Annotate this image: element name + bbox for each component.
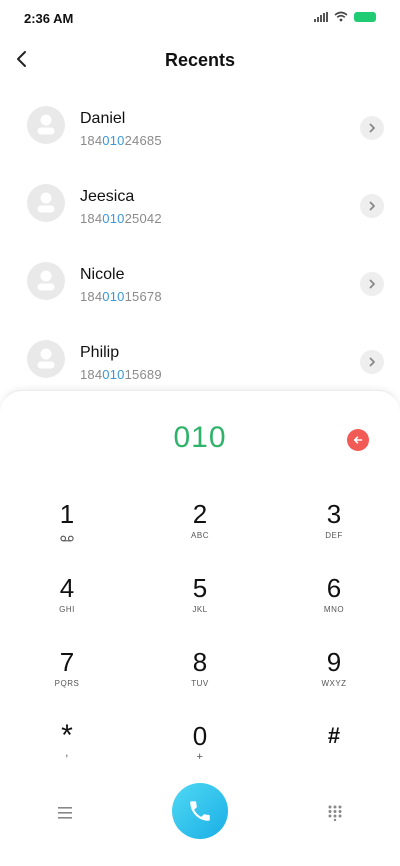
key-digit: 7 xyxy=(59,647,75,677)
key-letters: DEF xyxy=(325,531,343,540)
call-button[interactable] xyxy=(172,783,228,839)
key-4[interactable]: 4 GHI xyxy=(17,573,117,633)
keypad-grid-icon[interactable] xyxy=(328,805,342,821)
key-digit: 4 xyxy=(59,573,75,603)
list-item[interactable]: Daniel 18401024685 xyxy=(0,90,400,168)
person-icon xyxy=(37,270,55,291)
contact-name: Jeesica xyxy=(80,188,135,205)
menu-icon[interactable] xyxy=(58,807,72,819)
contact-details-button[interactable] xyxy=(360,350,384,374)
battery-icon xyxy=(354,11,376,22)
status-icons xyxy=(314,11,376,22)
key-digit: 6 xyxy=(326,573,342,603)
chevron-right-icon xyxy=(369,279,375,289)
key-0[interactable]: 0 + xyxy=(150,721,250,781)
contact-number: 18401025042 xyxy=(80,211,162,226)
key-7[interactable]: 7 PQRS xyxy=(17,647,117,707)
key-digit: 0 xyxy=(192,721,208,751)
person-icon xyxy=(37,192,55,213)
key-2[interactable]: 2 ABC xyxy=(150,499,250,559)
person-icon xyxy=(37,114,55,135)
wifi-icon xyxy=(334,11,348,22)
contact-details-button[interactable] xyxy=(360,194,384,218)
contact-number: 18401015689 xyxy=(80,367,162,382)
avatar xyxy=(27,262,65,300)
contact-details-button[interactable] xyxy=(360,272,384,296)
key-letters: TUV xyxy=(191,679,209,688)
contact-name: Philip xyxy=(80,344,120,361)
key-digit: 8 xyxy=(192,647,208,677)
key-letters: , xyxy=(65,747,69,759)
key-5[interactable]: 5 JKL xyxy=(150,573,250,633)
key-digit: 9 xyxy=(326,647,342,677)
key-3[interactable]: 3 DEF xyxy=(284,499,384,559)
key-digit: 3 xyxy=(326,499,342,529)
key-digit: # xyxy=(327,723,341,748)
avatar xyxy=(27,106,65,144)
key-letters: WXYZ xyxy=(321,679,347,688)
chevron-right-icon xyxy=(369,123,375,133)
dialed-number: 010 xyxy=(173,421,227,454)
key-letters: MNO xyxy=(323,605,345,614)
backspace-icon xyxy=(353,436,363,444)
header: Recents xyxy=(0,40,400,80)
key-9[interactable]: 9 WXYZ xyxy=(284,647,384,707)
avatar xyxy=(27,340,65,378)
key-letters: ABC xyxy=(191,531,209,540)
contact-number: 18401015678 xyxy=(80,289,162,304)
chevron-right-icon xyxy=(369,201,375,211)
phone-icon xyxy=(190,801,210,821)
bottom-action-bar xyxy=(0,783,400,843)
status-time: 2:36 AM xyxy=(24,11,74,26)
key-letters: + xyxy=(196,751,204,763)
contact-list: Daniel 18401024685 Jeesica 18401025042 N… xyxy=(0,90,400,402)
key-1[interactable]: 1 xyxy=(17,499,117,559)
key-digit: 1 xyxy=(59,499,75,529)
key-letters: JKL xyxy=(192,605,208,614)
contact-name: Nicole xyxy=(80,266,125,283)
page-title: Recents xyxy=(164,50,236,70)
dialer-panel: 010 1 2 ABC 3 DEF 4 GHI 5 JKL 6 MNO 7 PQ… xyxy=(0,390,400,866)
key-digit: 2 xyxy=(192,499,208,529)
signal-icon xyxy=(314,11,328,22)
voicemail-icon xyxy=(60,535,74,542)
key-letters: GHI xyxy=(59,605,75,614)
key-6[interactable]: 6 MNO xyxy=(284,573,384,633)
list-item[interactable]: Nicole 18401015678 xyxy=(0,246,400,324)
contact-details-button[interactable] xyxy=(360,116,384,140)
key-star[interactable]: * , xyxy=(17,721,117,781)
person-icon xyxy=(37,348,55,369)
backspace-button[interactable] xyxy=(347,429,369,451)
key-hash[interactable]: # xyxy=(284,721,384,781)
contact-name: Daniel xyxy=(80,110,126,127)
key-digit: 5 xyxy=(192,573,208,603)
chevron-right-icon xyxy=(369,357,375,367)
key-letters: PQRS xyxy=(54,679,80,688)
key-8[interactable]: 8 TUV xyxy=(150,647,250,707)
list-item[interactable]: Jeesica 18401025042 xyxy=(0,168,400,246)
avatar xyxy=(27,184,65,222)
contact-number: 18401024685 xyxy=(80,133,162,148)
status-bar: 2:36 AM xyxy=(0,0,400,36)
